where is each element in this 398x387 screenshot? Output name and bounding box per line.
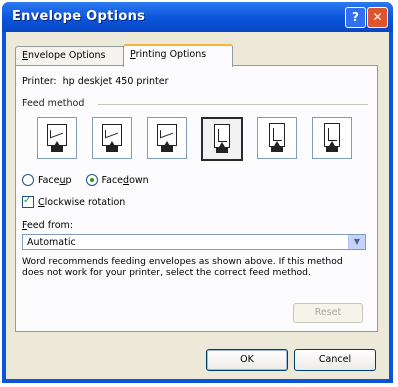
dialog-client: Envelope Options Printing Options Printe… [6, 32, 389, 379]
printer-line: Printer: hp deskjet 450 printer [22, 76, 169, 87]
feed-from-label: Feed from: [22, 220, 74, 231]
face-down-option[interactable]: Face d own [85, 174, 149, 186]
face-down-radio[interactable] [85, 174, 98, 186]
envelope-options-dialog: Envelope Options ? ✕ Envelope Options Pr… [2, 2, 393, 383]
clockwise-rotation-option[interactable]: Clockwise rotation [22, 195, 125, 208]
face-up-option[interactable]: Face up [22, 174, 72, 186]
feed-rotated-left-icon[interactable] [201, 117, 243, 161]
feed-rotated-right-icon[interactable] [312, 117, 352, 159]
feed-horizontal-left-icon[interactable] [37, 117, 77, 159]
help-button[interactable]: ? [345, 7, 366, 28]
feed-method-divider [98, 104, 368, 105]
feed-recommendation-text: Word recommends feeding envelopes as sho… [22, 256, 343, 278]
dialog-title: Envelope Options [12, 9, 146, 24]
ok-button[interactable]: OK [206, 349, 288, 371]
tab-envelope-options[interactable]: Envelope Options [15, 46, 131, 65]
feed-from-value: Automatic [27, 237, 76, 248]
printer-label: Printer: [22, 76, 57, 87]
feed-rotated-center-icon[interactable] [257, 117, 297, 159]
feed-horizontal-center-icon[interactable] [92, 117, 132, 159]
printer-name: hp deskjet 450 printer [62, 76, 169, 87]
cancel-button[interactable]: Cancel [294, 349, 376, 371]
feed-horizontal-right-icon[interactable] [147, 117, 187, 159]
title-bar[interactable]: Envelope Options ? ✕ [2, 2, 393, 32]
printing-options-panel: Printer: hp deskjet 450 printer Feed meth… [15, 65, 378, 332]
feed-from-select[interactable]: Automatic ▼ [22, 234, 366, 250]
dropdown-arrow-icon[interactable]: ▼ [348, 235, 365, 249]
clockwise-rotation-checkbox[interactable] [22, 195, 34, 208]
face-options: Face up Face d own [22, 174, 163, 186]
face-up-radio[interactable] [22, 174, 34, 186]
tab-printing-options[interactable]: Printing Options [123, 44, 233, 67]
reset-button[interactable]: Reset [293, 303, 363, 323]
close-button[interactable]: ✕ [367, 7, 388, 28]
feed-method-label: Feed method [22, 98, 85, 109]
